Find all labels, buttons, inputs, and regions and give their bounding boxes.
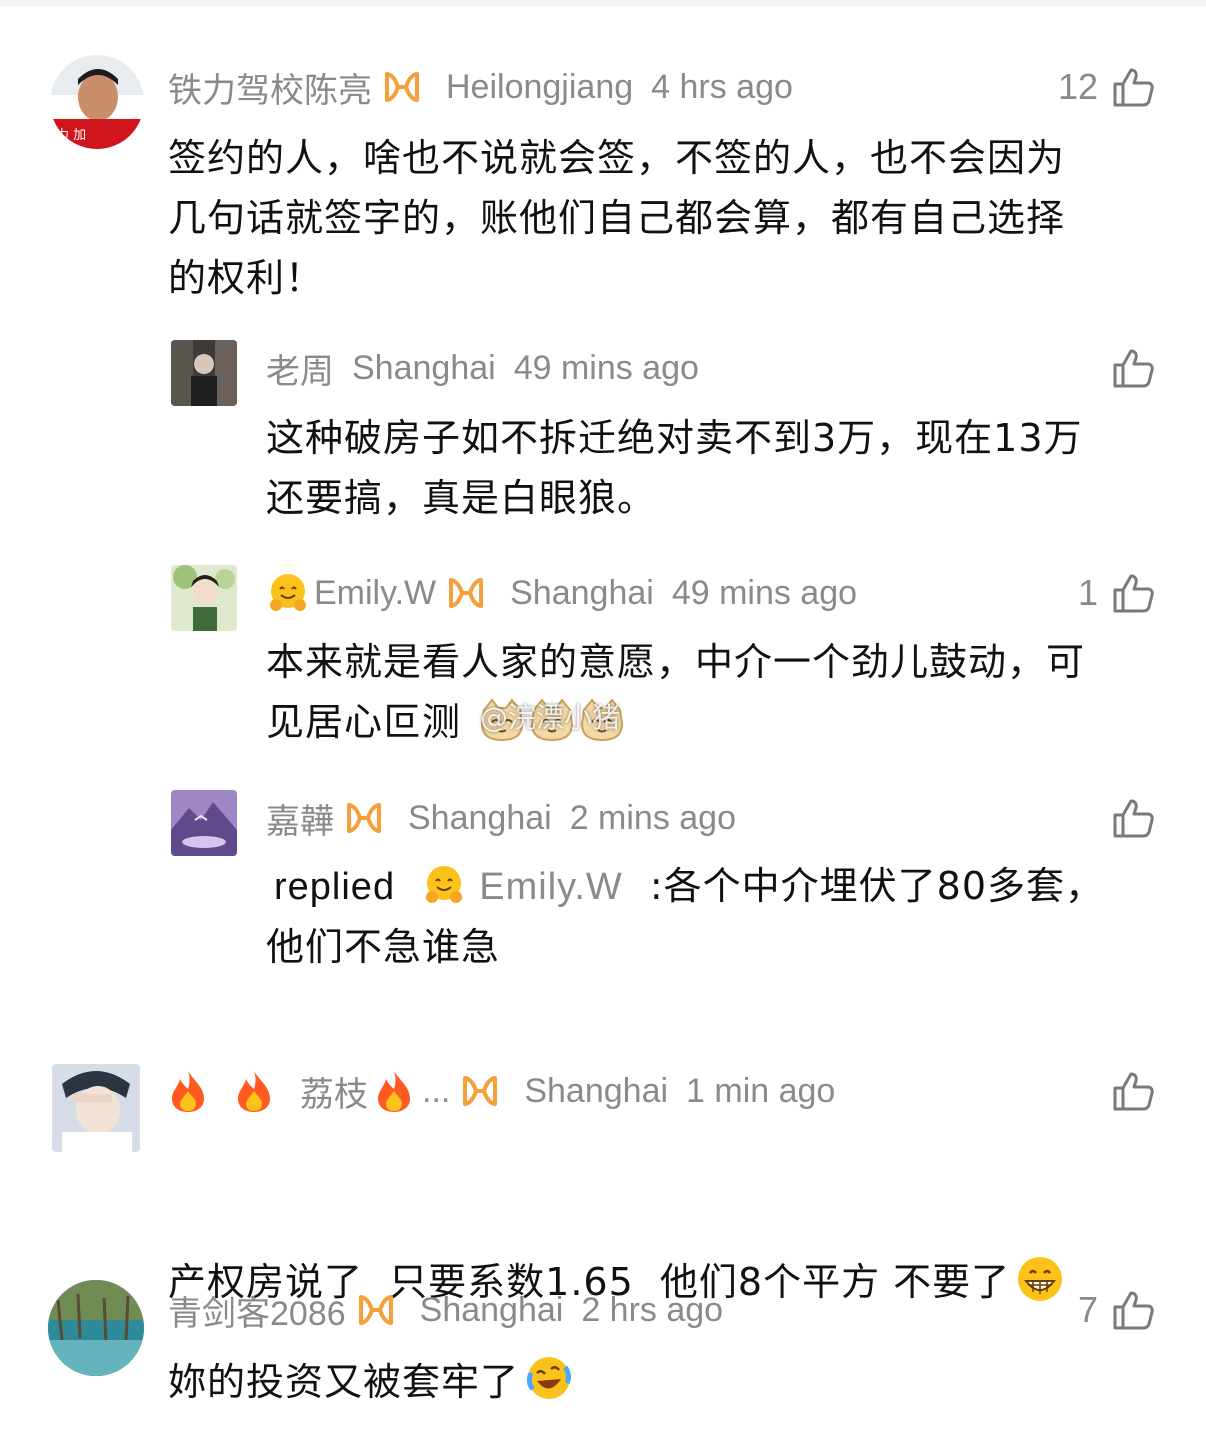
avatar[interactable] [171, 565, 237, 631]
location: Shanghai [510, 573, 654, 612]
comment-text: 这种破房子如不拆迁绝对卖不到3万，现在13万 还要搞，真是白眼狼。 [266, 408, 1166, 528]
replied-label: replied [274, 866, 396, 908]
timestamp: 49 mins ago [513, 348, 699, 387]
comment-meta: Emily.W Shanghai 49 mins ago [266, 568, 857, 618]
like-button[interactable]: 7 [1078, 1285, 1154, 1335]
comment-line: 的权利！ [168, 256, 325, 300]
username[interactable]: Emily.W [314, 574, 436, 613]
comment-line: 这种破房子如不拆迁绝对卖不到3万，现在13万 [266, 416, 1083, 460]
username[interactable]: 荔枝 [300, 1067, 368, 1116]
thumb-up-icon [1112, 797, 1154, 839]
like-count: 1 [1077, 572, 1098, 613]
comment-line: 见居心叵测 [266, 700, 462, 744]
top-divider [0, 0, 1206, 6]
hug-emoji-icon [422, 863, 466, 907]
like-button[interactable]: 1 [1078, 568, 1154, 618]
like-button[interactable] [1112, 1066, 1154, 1116]
comment-line: replied Emily.W :各个中介埋伏了80多套， [266, 856, 1166, 917]
location: Shanghai [408, 798, 552, 837]
membership-badge-icon [446, 576, 486, 610]
membership-badge-icon [460, 1074, 500, 1108]
reply-text: :各个中介埋伏了80多套， [649, 864, 1105, 908]
location: Heilongjiang [446, 67, 634, 106]
avatar[interactable]: 力 加 [50, 55, 144, 149]
fire-emoji-icon [168, 1069, 208, 1113]
username-ellipsis: ... [422, 1071, 451, 1110]
username[interactable]: 嘉韡 [266, 794, 334, 843]
membership-badge-icon [344, 801, 384, 835]
comment-text: 妳的投资又被套牢了 [168, 1352, 1168, 1412]
username[interactable]: 青剑客2086 [168, 1286, 346, 1335]
laugh-cry-emoji-icon [523, 1353, 573, 1403]
fire-emoji-icon [234, 1069, 274, 1113]
like-count: 12 [1057, 66, 1098, 107]
comment-meta: 嘉韡 Shanghai 2 mins ago [266, 793, 736, 843]
like-button[interactable]: 12 [1058, 62, 1154, 112]
comment-line: 签约的人，啥也不说就会签，不签的人，也不会因为 [168, 136, 1066, 180]
comment-line: 妳的投资又被套牢了 [168, 1352, 1168, 1412]
like-count: 7 [1077, 1289, 1098, 1330]
mention-link[interactable]: Emily.W [479, 866, 623, 908]
avatar[interactable] [171, 790, 237, 856]
username[interactable]: 铁力驾校陈亮 [168, 63, 372, 112]
watermark: @浣漂小猪 [480, 701, 621, 734]
hug-emoji-icon [266, 571, 310, 615]
comment-line: 本来就是看人家的意愿，中介一个劲儿鼓动，可 [266, 640, 1086, 684]
comment-meta: 青剑客2086 Shanghai 2 hrs ago [168, 1285, 723, 1335]
thumb-up-icon [1112, 1289, 1154, 1331]
thumb-up-icon [1112, 66, 1154, 108]
comment-line: 还要搞，真是白眼狼。 [266, 476, 657, 520]
avatar[interactable] [171, 340, 237, 406]
fire-emoji-icon [374, 1069, 414, 1113]
comment-text: 产权房说了 只要系数1.65 他们8个平方 不要了 [168, 1132, 1168, 1372]
avatar[interactable] [52, 1064, 140, 1152]
comment-line-text: 妳的投资又被套牢了 [168, 1360, 520, 1404]
location: Shanghai [419, 1290, 564, 1329]
grin-emoji-icon [1016, 1255, 1064, 1303]
thumb-up-icon [1112, 347, 1154, 389]
like-button[interactable] [1112, 343, 1154, 393]
timestamp: 4 hrs ago [651, 67, 793, 106]
membership-badge-icon [356, 1293, 396, 1327]
comment-meta: 荔枝 ... Shanghai 1 min ago [168, 1066, 835, 1116]
timestamp: 1 min ago [686, 1071, 836, 1110]
avatar[interactable] [48, 1280, 144, 1376]
comment-text: 本来就是看人家的意愿，中介一个劲儿鼓动，可 见居心叵测 [266, 632, 1166, 752]
thumb-up-icon [1112, 572, 1154, 614]
comment-meta: 老周 Shanghai 49 mins ago [266, 343, 699, 393]
comment-text: replied Emily.W :各个中介埋伏了80多套， 他们不急谁急 [266, 856, 1166, 977]
comment-line: 他们不急谁急 [266, 925, 501, 969]
timestamp: 2 hrs ago [581, 1290, 724, 1329]
username[interactable]: 老周 [266, 344, 334, 393]
membership-badge-icon [382, 70, 422, 104]
comment-text: 签约的人，啥也不说就会签，不签的人，也不会因为 几句话就签字的，账他们自己都会算… [168, 128, 1168, 308]
comment-line: 几句话就签字的，账他们自己都会算，都有自己选择 [168, 196, 1066, 240]
timestamp: 49 mins ago [671, 573, 858, 612]
location: Shanghai [524, 1071, 669, 1110]
timestamp: 2 mins ago [569, 798, 737, 837]
like-button[interactable] [1112, 793, 1154, 843]
location: Shanghai [352, 348, 496, 387]
thumb-up-icon [1112, 1070, 1154, 1112]
comment-meta: 铁力驾校陈亮 Heilongjiang 4 hrs ago [168, 62, 793, 112]
avatar-banner-text: 力 加 [56, 128, 86, 143]
